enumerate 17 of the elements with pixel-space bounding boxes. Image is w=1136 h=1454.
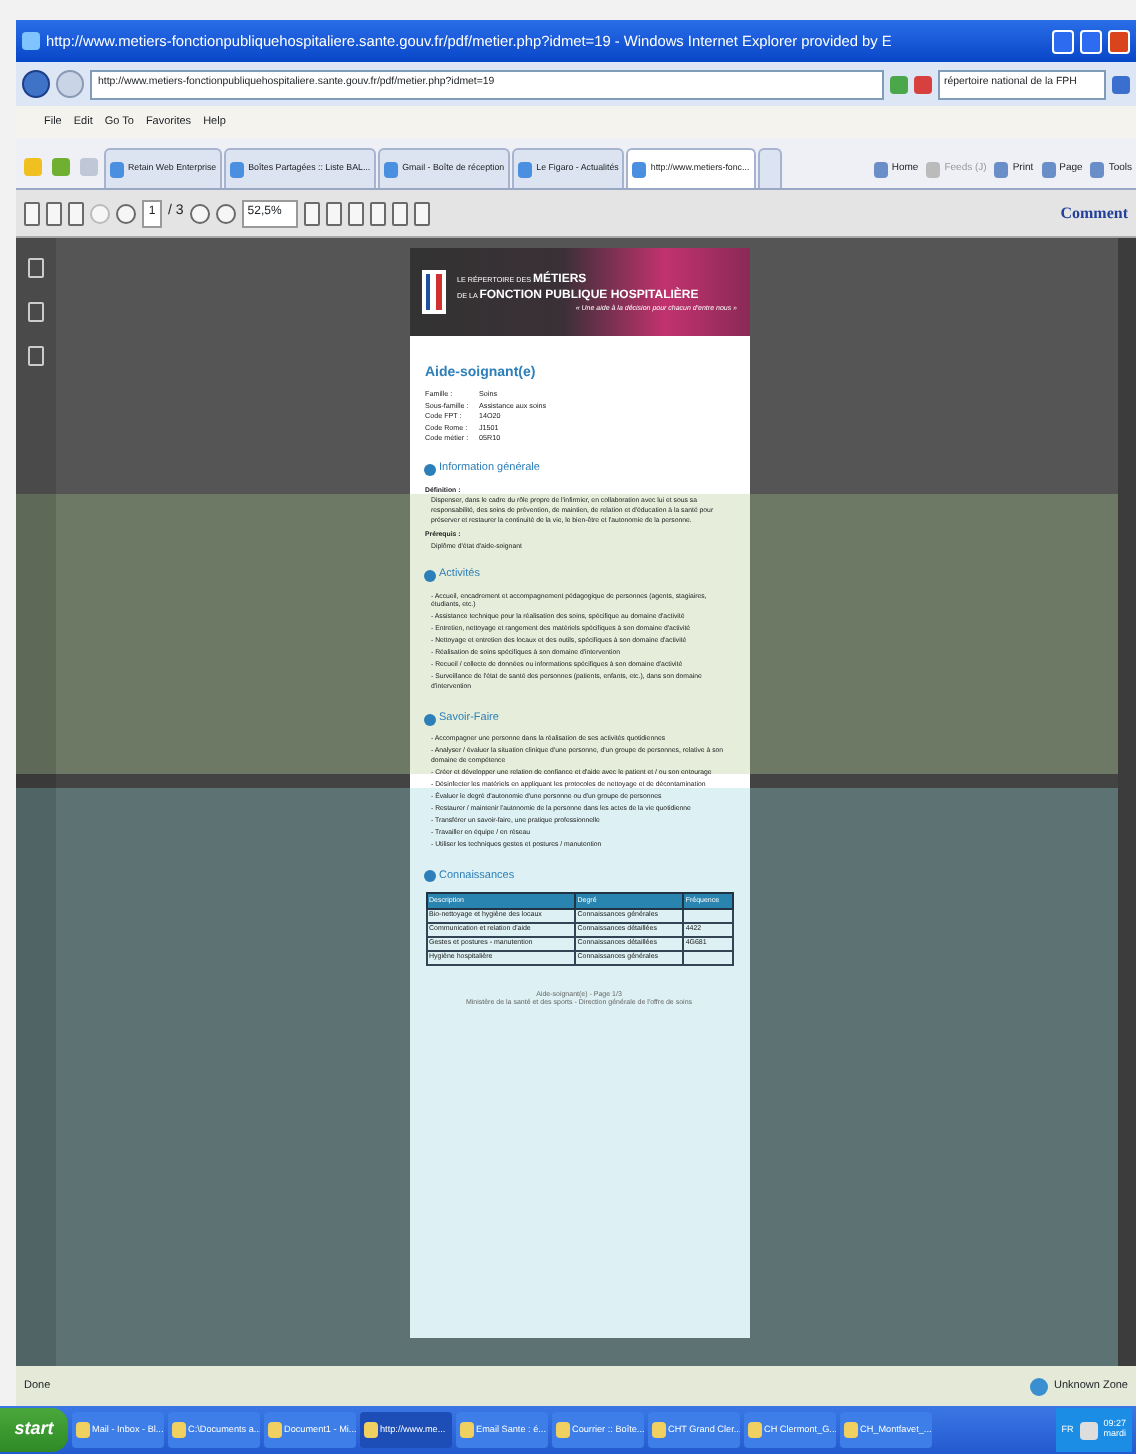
section-bullet-icon bbox=[423, 870, 435, 883]
table-cell bbox=[682, 908, 732, 923]
next-page-button[interactable] bbox=[116, 203, 136, 223]
zoom-out-button[interactable] bbox=[189, 203, 210, 223]
minimize-button[interactable] bbox=[1052, 29, 1074, 53]
start-button[interactable]: start bbox=[0, 1408, 68, 1452]
flag-logo bbox=[421, 270, 445, 314]
close-button[interactable] bbox=[1108, 29, 1130, 53]
zoom-in-button[interactable] bbox=[215, 203, 236, 223]
back-button[interactable] bbox=[22, 70, 50, 98]
comment-button[interactable]: Comment bbox=[1060, 201, 1128, 225]
table-cell bbox=[682, 950, 732, 965]
scrollbar[interactable] bbox=[1118, 238, 1136, 1366]
section-bullet-icon bbox=[423, 570, 435, 583]
section-bullet-icon bbox=[423, 713, 435, 726]
section-bullet-icon bbox=[423, 464, 435, 477]
maximize-button[interactable] bbox=[1080, 29, 1102, 53]
